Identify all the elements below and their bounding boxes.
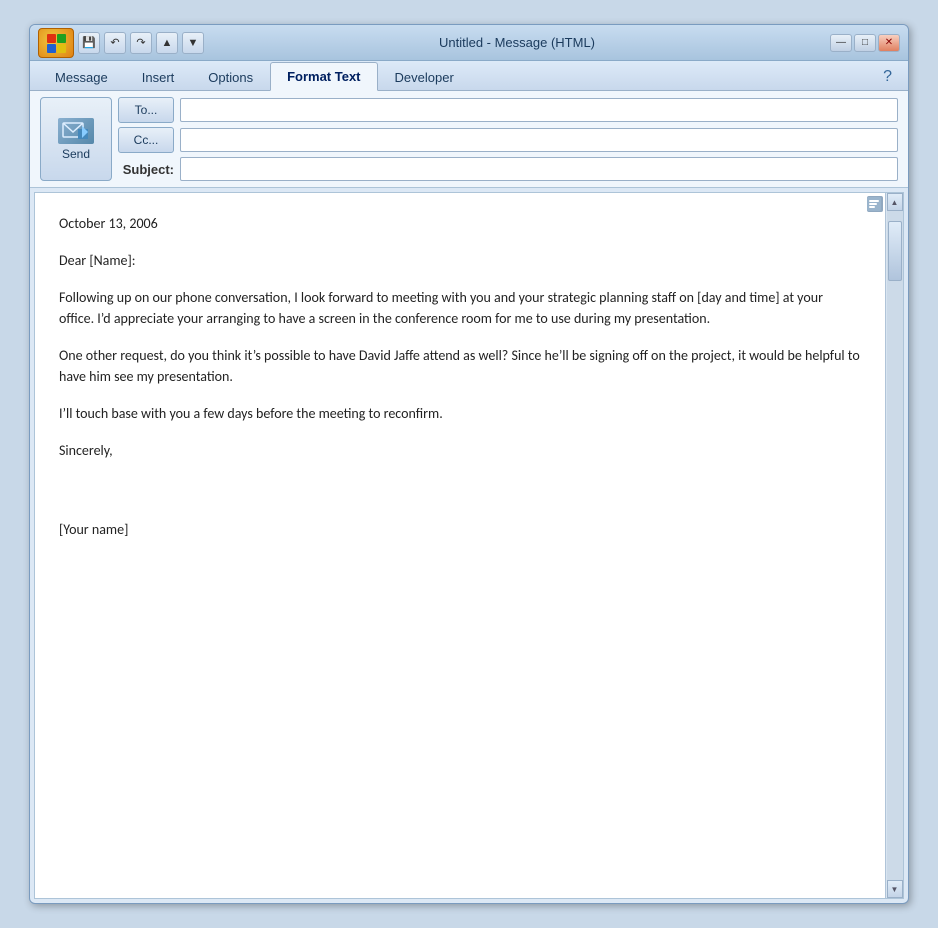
- to-row: To...: [118, 97, 898, 123]
- subject-label: Subject:: [118, 162, 174, 177]
- send-icon: [58, 118, 94, 144]
- send-button[interactable]: Send: [40, 97, 112, 181]
- tab-developer[interactable]: Developer: [378, 63, 471, 91]
- maximize-button[interactable]: □: [854, 34, 876, 52]
- email-paragraph2: One other request, do you think it’s pos…: [59, 345, 861, 387]
- redo-qat-button[interactable]: ↷: [130, 32, 152, 54]
- down-qat-button[interactable]: ▼: [182, 32, 204, 54]
- close-button[interactable]: ✕: [878, 34, 900, 52]
- up-qat-button[interactable]: ▲: [156, 32, 178, 54]
- scroll-thumb[interactable]: [888, 221, 902, 281]
- email-closing: Sincerely,: [59, 440, 861, 461]
- ribbon-tabs-row: Message Insert Options Format Text Devel…: [38, 61, 900, 90]
- subject-row: Subject:: [118, 157, 898, 181]
- help-button[interactable]: ?: [875, 64, 900, 90]
- fields-area: To... Cc... Subject:: [118, 97, 898, 181]
- send-label: Send: [62, 147, 90, 161]
- scrollbar: ▲ ▼: [885, 193, 903, 898]
- ribbon: Message Insert Options Format Text Devel…: [30, 61, 908, 91]
- window-controls: — □ ✕: [830, 34, 900, 52]
- scroll-track[interactable]: [887, 211, 903, 880]
- save-qat-button[interactable]: 💾: [78, 32, 100, 54]
- undo-qat-button[interactable]: ↶: [104, 32, 126, 54]
- scroll-up-button[interactable]: ▲: [887, 193, 903, 211]
- format-toolbar-icon[interactable]: [867, 196, 883, 212]
- titlebar-left: 💾 ↶ ↷ ▲ ▼: [38, 28, 204, 58]
- email-signature: [Your name]: [59, 519, 861, 540]
- window-title: Untitled - Message (HTML): [204, 35, 830, 50]
- outlook-window: 💾 ↶ ↷ ▲ ▼ Untitled - Message (HTML) — □ …: [29, 24, 909, 904]
- compose-header: Send To... Cc... Subject:: [30, 91, 908, 188]
- email-greeting: Dear [Name]:: [59, 250, 861, 271]
- tab-insert[interactable]: Insert: [125, 63, 192, 91]
- tab-format-text[interactable]: Format Text: [270, 62, 377, 91]
- to-field[interactable]: [180, 98, 898, 122]
- tab-options[interactable]: Options: [191, 63, 270, 91]
- email-date: October 13, 2006: [59, 213, 861, 234]
- scroll-down-button[interactable]: ▼: [887, 880, 903, 898]
- cc-field[interactable]: [180, 128, 898, 152]
- email-paragraph3: I’ll touch base with you a few days befo…: [59, 403, 861, 424]
- email-paragraph1: Following up on our phone conversation, …: [59, 287, 861, 329]
- body-area: October 13, 2006 Dear [Name]: Following …: [34, 192, 904, 899]
- cc-row: Cc...: [118, 127, 898, 153]
- cc-button[interactable]: Cc...: [118, 127, 174, 153]
- subject-field[interactable]: [180, 157, 898, 181]
- tab-message[interactable]: Message: [38, 63, 125, 91]
- minimize-button[interactable]: —: [830, 34, 852, 52]
- to-button[interactable]: To...: [118, 97, 174, 123]
- office-button[interactable]: [38, 28, 74, 58]
- titlebar: 💾 ↶ ↷ ▲ ▼ Untitled - Message (HTML) — □ …: [30, 25, 908, 61]
- email-body[interactable]: October 13, 2006 Dear [Name]: Following …: [35, 193, 885, 898]
